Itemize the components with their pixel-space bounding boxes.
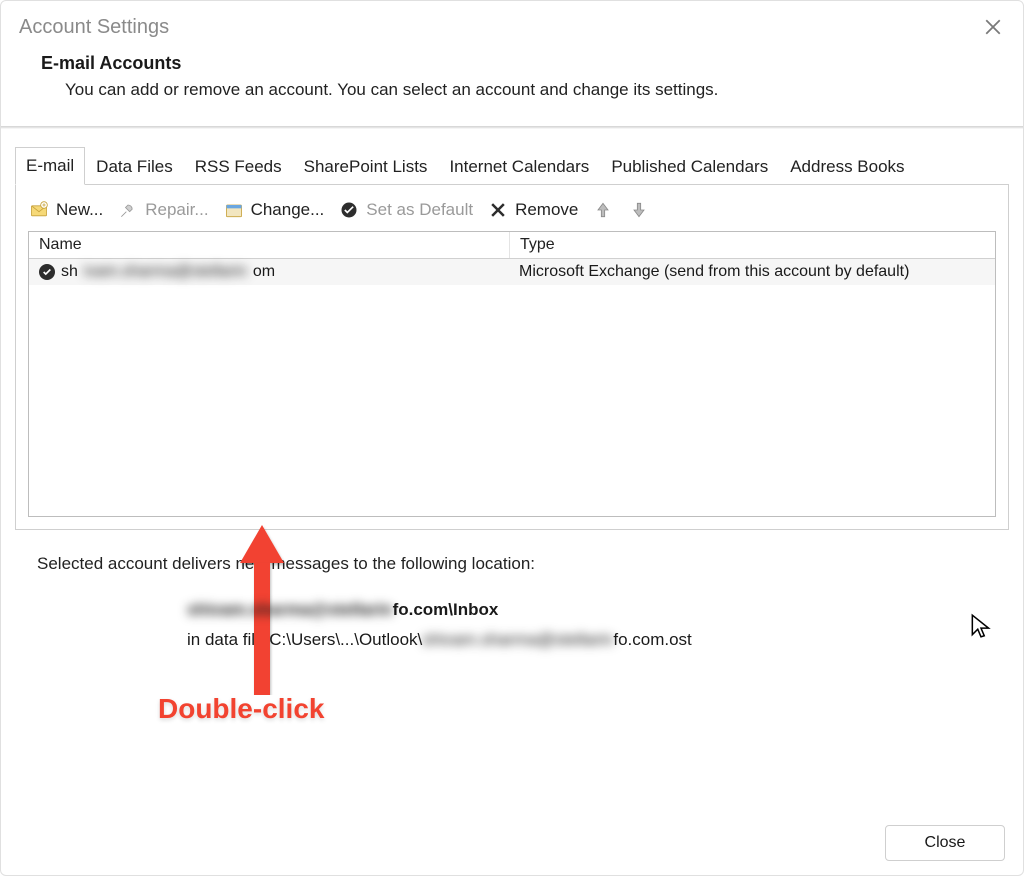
footer-location-blurred: shivam.sharma@stellarin — [187, 600, 393, 620]
account-name-blurred: ivam.sharma@stellarin — [84, 263, 247, 281]
close-button[interactable]: Close — [885, 825, 1005, 861]
change-icon — [223, 199, 245, 221]
change-label: Change... — [251, 200, 325, 220]
repair-button: Repair... — [117, 199, 208, 221]
close-icon[interactable] — [981, 15, 1005, 39]
account-name-cell: sh ivam.sharma@stellarin om — [29, 261, 509, 283]
new-label: New... — [56, 200, 103, 220]
tab-body: New... Repair... Change... — [15, 184, 1009, 530]
tab-sharepoint-lists[interactable]: SharePoint Lists — [293, 148, 439, 185]
arrow-up-icon — [592, 199, 614, 221]
set-default-icon — [338, 199, 360, 221]
new-button[interactable]: New... — [28, 199, 103, 221]
dialog-title: Account Settings — [19, 16, 169, 39]
content-area: E-mail Data Files RSS Feeds SharePoint L… — [1, 128, 1023, 650]
account-name-suffix: om — [253, 263, 275, 281]
footer-location-suffix: fo.com\Inbox — [393, 600, 499, 620]
column-name[interactable]: Name — [29, 232, 510, 258]
header-heading: E-mail Accounts — [41, 53, 983, 74]
tab-data-files[interactable]: Data Files — [85, 148, 184, 185]
tab-rss-feeds[interactable]: RSS Feeds — [184, 148, 293, 185]
footer-location-line: shivam.sharma@stellarinfo.com\Inbox — [187, 600, 1009, 620]
set-default-button: Set as Default — [338, 199, 473, 221]
move-up-button — [592, 199, 614, 221]
footer-lead: Selected account delivers new messages t… — [15, 530, 1009, 574]
account-type-cell: Microsoft Exchange (send from this accou… — [509, 261, 995, 283]
change-button[interactable]: Change... — [223, 199, 325, 221]
remove-icon — [487, 199, 509, 221]
tab-address-books[interactable]: Address Books — [779, 148, 915, 185]
account-list: Name Type sh ivam.sharma@stellarin om Micr… — [28, 231, 996, 517]
tab-published-calendars[interactable]: Published Calendars — [600, 148, 779, 185]
list-headers: Name Type — [29, 232, 995, 259]
annotation-label: Double-click — [158, 693, 324, 725]
account-row[interactable]: sh ivam.sharma@stellarin om Microsoft Exch… — [29, 259, 995, 285]
titlebar: Account Settings — [1, 1, 1023, 45]
toolbar: New... Repair... Change... — [28, 199, 996, 221]
repair-label: Repair... — [145, 200, 208, 220]
move-down-button — [628, 199, 650, 221]
arrow-down-icon — [628, 199, 650, 221]
account-settings-dialog: Account Settings E-mail Accounts You can… — [0, 0, 1024, 876]
account-name-prefix: sh — [61, 263, 78, 281]
footer-block: shivam.sharma@stellarinfo.com\Inbox in d… — [15, 600, 1009, 650]
set-default-label: Set as Default — [366, 200, 473, 220]
tab-email[interactable]: E-mail — [15, 147, 85, 185]
new-icon — [28, 199, 50, 221]
repair-icon — [117, 199, 139, 221]
tabs: E-mail Data Files RSS Feeds SharePoint L… — [15, 146, 1009, 184]
default-check-icon — [39, 264, 55, 280]
remove-button[interactable]: Remove — [487, 199, 578, 221]
footer-datafile-blurred: shivam.sharma@stellarin — [422, 630, 613, 650]
remove-label: Remove — [515, 200, 578, 220]
tab-internet-calendars[interactable]: Internet Calendars — [438, 148, 600, 185]
footer-datafile-prefix: in data file C:\Users\...\Outlook\ — [187, 630, 422, 650]
header-area: E-mail Accounts You can add or remove an… — [1, 45, 1023, 126]
header-subtext: You can add or remove an account. You ca… — [41, 80, 983, 100]
footer-datafile-suffix: fo.com.ost — [613, 630, 691, 650]
column-type[interactable]: Type — [510, 232, 995, 258]
footer-datafile-line: in data file C:\Users\...\Outlook\shivam… — [187, 630, 1009, 650]
